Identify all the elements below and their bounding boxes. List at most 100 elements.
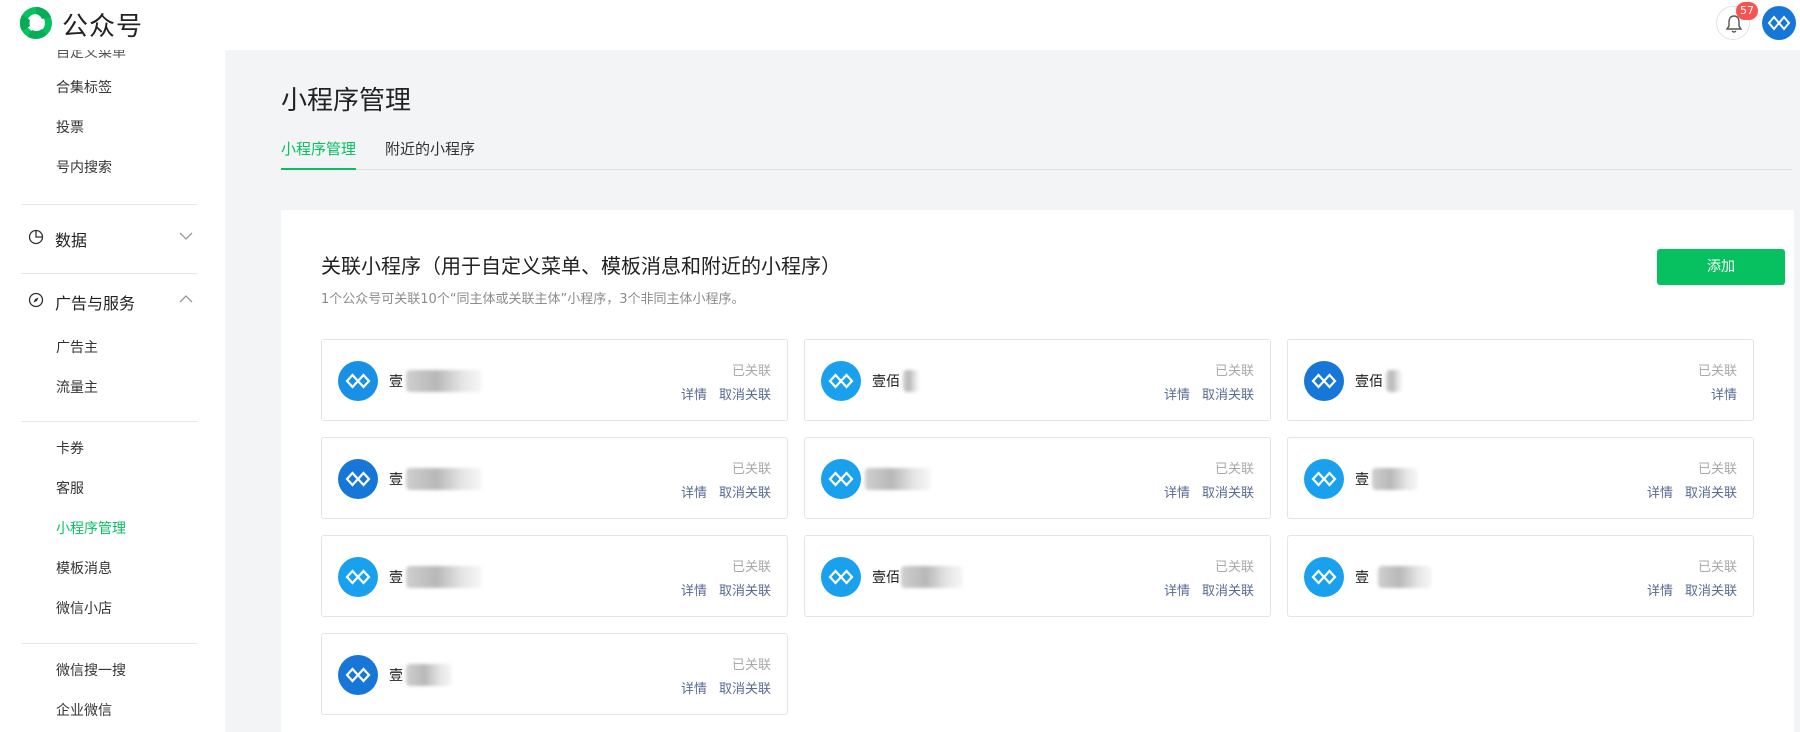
sidebar-item-enterprise-wechat[interactable]: 企业微信 [56,700,112,720]
unlink-link[interactable]: 取消关联 [1685,486,1737,501]
mini-program-logo-icon [1311,471,1337,487]
link-status: 已关联 [731,658,771,673]
sidebar-item-publisher[interactable]: 流量主 [56,377,98,397]
sidebar-item-coupons[interactable]: 卡券 [56,438,84,458]
mini-program-logo [338,361,378,401]
card-actions: 详情 取消关联 [669,580,771,599]
sidebar-item-wechat-search[interactable]: 微信搜一搜 [56,660,126,680]
redacted-name-blur [406,370,482,392]
sidebar-item-custom-menu[interactable]: 自定义菜单 [56,50,126,62]
mini-program-logo-icon [345,471,371,487]
card-actions: 详情 取消关联 [1152,384,1254,403]
detail-link[interactable]: 详情 [681,486,707,501]
detail-link[interactable]: 详情 [1164,388,1190,403]
card-actions: 详情 取消关联 [669,678,771,697]
detail-link[interactable]: 详情 [1164,584,1190,599]
mini-program-card: 壹 已关联 详情 取消关联 [1287,535,1754,617]
unlink-link[interactable]: 取消关联 [1202,486,1254,501]
detail-link[interactable]: 详情 [1647,486,1673,501]
mini-program-logo-icon [345,569,371,585]
mini-program-card: 壹 已关联 详情 取消关联 [321,339,788,421]
brand-name[interactable]: 公众号 [62,6,143,43]
mini-program-name: 壹佰 [1355,374,1383,390]
link-status: 已关联 [731,462,771,477]
sidebar-divider [21,204,197,205]
link-status: 已关联 [1697,364,1737,379]
sidebar-group-ads-services[interactable]: 广告与服务 [28,288,193,313]
add-mini-program-button[interactable]: 添加 [1657,249,1785,285]
redacted-name-blur [406,664,452,686]
mini-program-logo-icon [1311,373,1337,389]
unlink-link[interactable]: 取消关联 [1202,388,1254,403]
unlink-link[interactable]: 取消关联 [1202,584,1254,599]
mini-program-name: 壹佰 [872,374,900,390]
redacted-name-blur [1372,468,1418,490]
card-actions: 详情 取消关联 [1152,580,1254,599]
mini-program-card: 壹佰 已关联 详情 取消关联 [804,535,1271,617]
sidebar-item-wechat-shop[interactable]: 微信小店 [56,598,112,618]
chevron-down-icon [179,232,193,240]
sidebar-item-vote[interactable]: 投票 [56,117,84,137]
sidebar-group-data[interactable]: 数据 [28,225,193,250]
chevron-up-icon [179,295,193,303]
detail-link[interactable]: 详情 [681,682,707,697]
sidebar-group-ads-label: 广告与服务 [55,294,136,313]
mini-program-card: 壹 已关联 详情 取消关联 [321,437,788,519]
detail-link[interactable]: 详情 [1711,388,1737,403]
account-avatar-logo-icon [1767,15,1791,31]
mini-program-card: 壹 已关联 详情 取消关联 [321,633,788,715]
unlink-link[interactable]: 取消关联 [719,584,771,599]
mini-program-card: 壹佰 已关联 详情 [1287,339,1754,421]
mini-program-logo-icon [345,667,371,683]
card-actions: 详情 取消关联 [669,482,771,501]
sidebar-divider [21,273,197,274]
mini-program-logo-icon [828,373,854,389]
mini-program-name: 壹 [1355,570,1369,586]
detail-link[interactable]: 详情 [681,584,707,599]
card-actions: 详情 取消关联 [1635,482,1737,501]
sidebar-item-account-search[interactable]: 号内搜索 [56,157,112,177]
tab-nearby-mini-programs[interactable]: 附近的小程序 [385,138,475,170]
mini-program-logo [1304,361,1344,401]
page-title: 小程序管理 [281,86,412,116]
redacted-name-blur [903,370,919,392]
unlink-link[interactable]: 取消关联 [1685,584,1737,599]
unlink-link[interactable]: 取消关联 [719,682,771,697]
mini-program-name: 壹佰 [872,570,900,586]
mini-program-logo [821,459,861,499]
mini-program-logo [338,557,378,597]
card-actions: 详情 [1699,384,1737,403]
mini-program-logo [1304,557,1344,597]
tab-mini-program-management[interactable]: 小程序管理 [281,138,357,170]
redacted-name-blur [406,468,482,490]
detail-link[interactable]: 详情 [1647,584,1673,599]
redacted-name-blur [1378,566,1432,588]
section-description: 1个公众号可关联10个“同主体或关联主体”小程序，3个非同主体小程序。 [321,292,745,307]
wechat-official-account-logo-icon[interactable] [18,5,54,41]
mini-program-name: 壹 [389,668,403,684]
card-actions: 详情 取消关联 [1635,580,1737,599]
mini-program-card: 已关联 详情 取消关联 [804,437,1271,519]
sidebar-item-template-messages[interactable]: 模板消息 [56,558,112,578]
sidebar-item-mini-program-management[interactable]: 小程序管理 [56,518,126,538]
mini-program-logo [1304,459,1344,499]
unlink-link[interactable]: 取消关联 [719,486,771,501]
mini-program-logo-icon [1311,569,1337,585]
account-avatar[interactable] [1762,6,1796,40]
sidebar-item-customer-service[interactable]: 客服 [56,478,84,498]
link-status: 已关联 [731,560,771,575]
detail-link[interactable]: 详情 [1164,486,1190,501]
detail-link[interactable]: 详情 [681,388,707,403]
tab-bar: 小程序管理 附近的小程序 [281,136,1792,170]
mini-program-logo [338,459,378,499]
mini-program-name: 壹 [389,570,403,586]
link-status: 已关联 [1697,560,1737,575]
sidebar-item-advertiser[interactable]: 广告主 [56,337,98,357]
link-status: 已关联 [1214,462,1254,477]
unlink-link[interactable]: 取消关联 [719,388,771,403]
sidebar-item-collection-tags[interactable]: 合集标签 [56,77,112,97]
link-status: 已关联 [731,364,771,379]
compass-icon [28,292,44,308]
notification-count-badge: 57 [1736,2,1758,20]
mini-program-logo [338,655,378,695]
